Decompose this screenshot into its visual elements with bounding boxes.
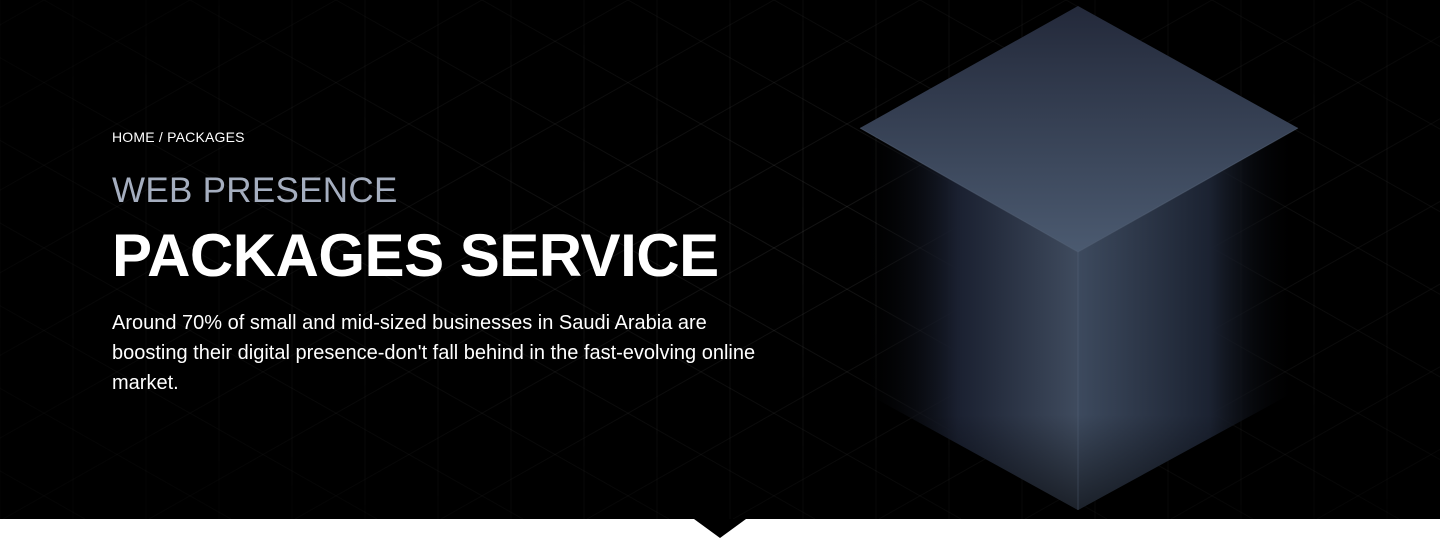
breadcrumb: HOME / PACKAGES [112,128,792,146]
page-title: PACKAGES SERVICE [112,222,719,289]
hero-section: HOME / PACKAGES WEB PRESENCE PACKAGES SE… [0,0,1440,519]
down-pointer-icon [694,519,746,538]
hero-description: Around 70% of small and mid-sized busine… [112,312,756,394]
breadcrumb-separator: / [154,129,168,145]
breadcrumb-current: PACKAGES [167,129,245,145]
hero-text-block: HOME / PACKAGES WEB PRESENCE PACKAGES SE… [112,128,792,398]
hero-eyebrow: WEB PRESENCE [112,171,398,210]
breadcrumb-home-link[interactable]: HOME [112,129,155,145]
